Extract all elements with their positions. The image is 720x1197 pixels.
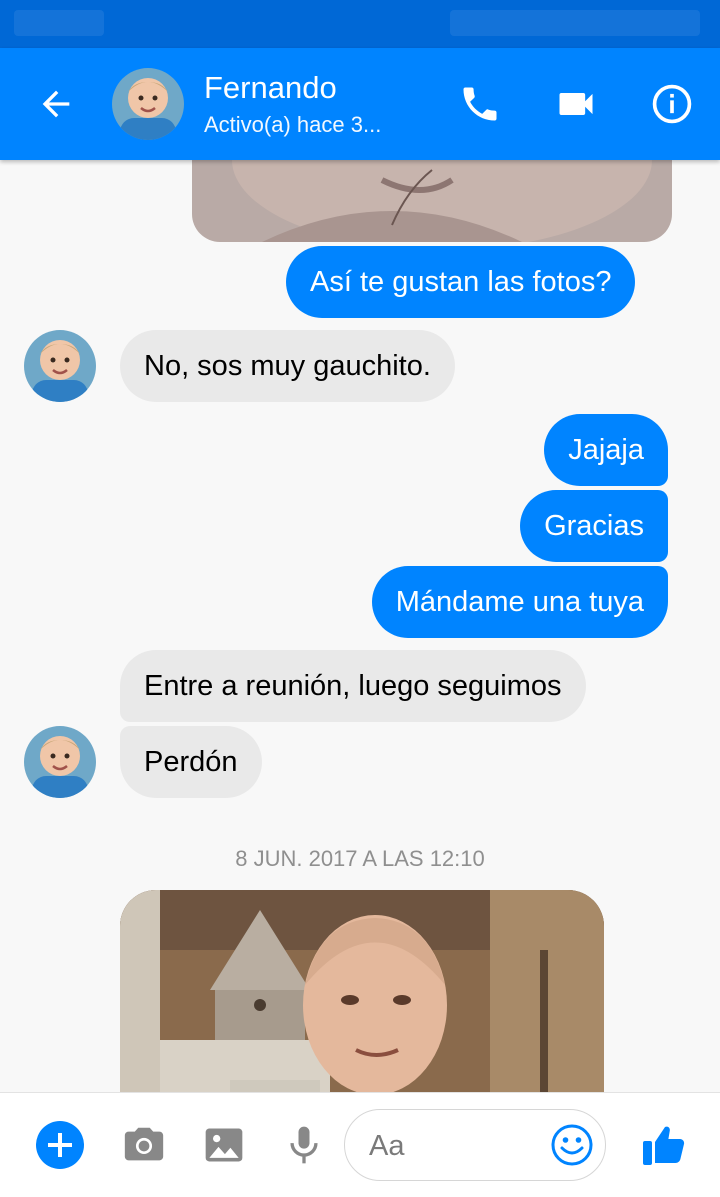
composer-bar [0, 1092, 720, 1197]
contact-name[interactable]: Fernando [204, 70, 337, 106]
voice-message-button[interactable] [278, 1119, 330, 1171]
video-call-button[interactable] [544, 72, 608, 136]
back-arrow-icon [42, 90, 70, 118]
status-icons-right [450, 10, 700, 36]
call-button[interactable] [448, 72, 512, 136]
back-button[interactable] [22, 68, 90, 140]
more-actions-button[interactable] [34, 1119, 86, 1171]
status-bar [0, 0, 720, 48]
gallery-button[interactable] [198, 1119, 250, 1171]
emoji-button[interactable] [549, 1122, 595, 1168]
message-bubble-sent[interactable]: Así te gustan las fotos? [286, 246, 636, 318]
message-bubble-received[interactable]: No, sos muy gauchito. [120, 330, 455, 402]
info-button[interactable] [640, 72, 704, 136]
contact-avatar[interactable] [112, 68, 184, 140]
phone-icon [463, 87, 497, 121]
message-bubble-received[interactable]: Perdón [120, 726, 262, 798]
message-input[interactable] [367, 1124, 561, 1168]
camera-icon [124, 1127, 164, 1161]
emoji-icon [551, 1124, 593, 1166]
gallery-icon [205, 1128, 243, 1162]
like-button[interactable] [636, 1117, 692, 1173]
message-thread[interactable]: Así te gustan las fotos? No, sos muy gau… [0, 160, 720, 1092]
microphone-icon [290, 1126, 318, 1164]
message-bubble-sent[interactable]: Jajaja [544, 414, 668, 486]
contact-avatar-small[interactable] [24, 330, 96, 402]
message-bubble-sent[interactable]: Mándame una tuya [371, 566, 668, 638]
status-icons-left [14, 10, 104, 36]
sent-photo[interactable] [192, 160, 672, 242]
message-bubble-sent[interactable]: Gracias [520, 490, 668, 562]
contact-avatar-small[interactable] [24, 726, 96, 798]
received-photo[interactable] [120, 890, 604, 1092]
contact-status: Activo(a) hace 3... [204, 112, 382, 137]
conversation-header: Fernando Activo(a) hace 3... [0, 48, 720, 160]
thumbs-up-icon [643, 1126, 685, 1165]
message-timestamp: 8 JUN. 2017 A LAS 12:10 [235, 846, 485, 871]
video-camera-icon [559, 93, 593, 115]
camera-button[interactable] [118, 1119, 170, 1171]
message-bubble-received[interactable]: Entre a reunión, luego seguimos [120, 650, 586, 722]
info-icon [652, 84, 692, 124]
plus-icon [36, 1121, 84, 1169]
message-input-container[interactable] [344, 1109, 606, 1181]
